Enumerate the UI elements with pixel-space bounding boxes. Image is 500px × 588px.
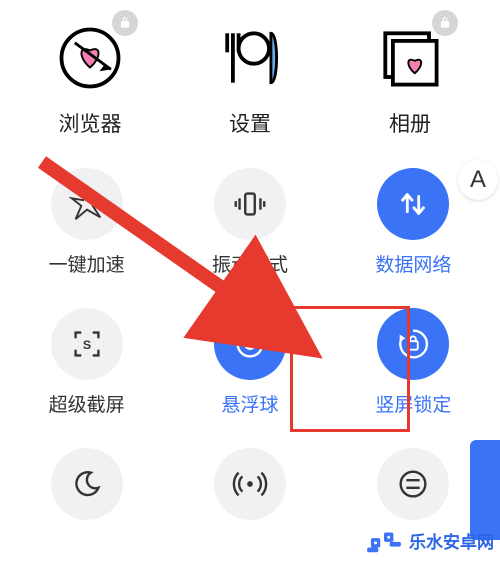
app-shortcut-row: 浏览器 设置 相册: [0, 0, 500, 148]
toggle-float-ball[interactable]: 悬浮球: [173, 308, 326, 448]
toggle-data-label: 数据网络: [375, 250, 451, 277]
app-settings-icon-wrap: [212, 20, 288, 96]
quick-settings-grid: 一键加速 振动模式 数据网络 S: [0, 148, 500, 588]
font-size-letter: A: [470, 166, 486, 194]
float-ball-icon: [214, 308, 286, 380]
right-edge-column: A: [456, 160, 500, 540]
app-gallery-icon-wrap: [372, 20, 448, 96]
svg-text:S: S: [83, 338, 91, 352]
app-browser-label: 浏览器: [59, 108, 122, 138]
screenshot-icon: S: [51, 308, 123, 380]
orientation-lock-icon: [377, 308, 449, 380]
hotspot-icon: [214, 448, 286, 520]
font-size-bubble[interactable]: A: [458, 160, 498, 200]
toggle-orient-label: 竖屏锁定: [375, 390, 451, 417]
toggle-boost[interactable]: 一键加速: [10, 168, 163, 308]
toggle-vibrate-label: 振动模式: [212, 250, 288, 277]
app-settings[interactable]: 设置: [190, 20, 310, 138]
watermark-logo-icon: [365, 525, 403, 555]
app-browser[interactable]: 浏览器: [30, 20, 150, 138]
app-browser-icon-wrap: [52, 20, 128, 96]
toggle-super-screenshot[interactable]: S 超级截屏: [10, 308, 163, 448]
toggle-night-mode[interactable]: [10, 448, 163, 588]
lock-icon: [432, 10, 458, 36]
boost-icon: [51, 168, 123, 240]
data-network-icon: [377, 168, 449, 240]
app-settings-label: 设置: [229, 108, 271, 138]
cutlery-icon: [212, 20, 288, 96]
watermark: 乐水安卓网: [365, 525, 494, 555]
vibrate-icon: [214, 168, 286, 240]
toggle-sshot-label: 超级截屏: [49, 390, 125, 417]
toggle-hotspot[interactable]: [173, 448, 326, 588]
more-icon: [377, 448, 449, 520]
lock-icon: [112, 10, 138, 36]
app-gallery-label: 相册: [389, 108, 431, 138]
moon-icon: [51, 448, 123, 520]
toggle-floatball-label: 悬浮球: [221, 390, 278, 417]
app-gallery[interactable]: 相册: [350, 20, 470, 138]
watermark-text: 乐水安卓网: [409, 528, 494, 553]
toggle-boost-label: 一键加速: [49, 250, 125, 277]
toggle-vibrate[interactable]: 振动模式: [173, 168, 326, 308]
